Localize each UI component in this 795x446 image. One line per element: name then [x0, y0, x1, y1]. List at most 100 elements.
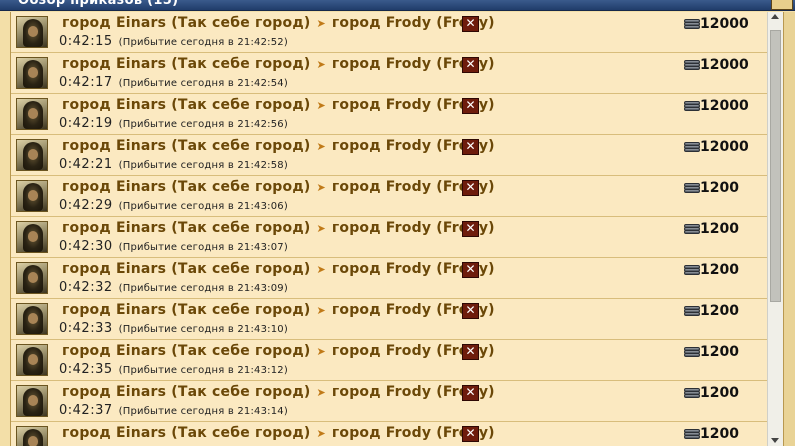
origin-city-note[interactable]: (Так себе город)	[171, 384, 310, 400]
arrow-right-icon: ➤	[316, 99, 326, 112]
scrollbar-thumb[interactable]	[770, 30, 781, 302]
target-city-link[interactable]: город Frody	[332, 220, 431, 236]
origin-city-note[interactable]: (Так себе город)	[171, 179, 310, 195]
cancel-order-close-icon[interactable]: ✕	[462, 426, 479, 442]
arrival-time: (Прибытие сегодня в 21:43:10)	[118, 324, 288, 335]
order-timing: 0:42:21 (Прибытие сегодня в 21:42:58)	[59, 157, 288, 172]
origin-city-note[interactable]: (Так себе город)	[171, 56, 310, 72]
origin-city-note[interactable]: (Так себе город)	[171, 15, 310, 31]
unit-avatar-icon	[16, 426, 48, 446]
target-city-link[interactable]: город Frody	[332, 56, 431, 72]
silver-icon	[684, 265, 700, 275]
resource-amount: 1200	[700, 221, 739, 237]
origin-city-note[interactable]: (Так себе город)	[171, 138, 310, 154]
order-timing: 0:42:17 (Прибытие сегодня в 21:42:54)	[59, 75, 288, 90]
origin-city-link[interactable]: город Einars	[62, 425, 166, 441]
unit-avatar-icon	[16, 262, 48, 294]
origin-city-link[interactable]: город Einars	[62, 179, 166, 195]
order-timer: 0:42:21	[59, 157, 113, 172]
unit-avatar-icon	[16, 303, 48, 335]
order-timing: 0:42:19 (Прибытие сегодня в 21:42:56)	[59, 116, 288, 131]
resource-amount: 12000	[700, 98, 749, 114]
origin-city-link[interactable]: город Einars	[62, 56, 166, 72]
origin-city-link[interactable]: город Einars	[62, 220, 166, 236]
arrow-right-icon: ➤	[316, 58, 326, 71]
window-title: Обзор приказов (15)	[18, 0, 179, 8]
silver-icon	[684, 429, 700, 439]
origin-city-note[interactable]: (Так себе город)	[171, 302, 310, 318]
unit-avatar-icon	[16, 180, 48, 212]
origin-city-link[interactable]: город Einars	[62, 384, 166, 400]
resource-amount: 12000	[700, 139, 749, 155]
order-row: город Einars (Так себе город) ➤ город Frod…	[11, 53, 767, 94]
cancel-order-close-icon[interactable]: ✕	[462, 180, 479, 196]
origin-city-note[interactable]: (Так себе город)	[171, 425, 310, 441]
order-route: город Einars (Так себе город) ➤ город Frod…	[62, 56, 495, 72]
vertical-scrollbar[interactable]	[767, 12, 783, 446]
silver-icon	[684, 388, 700, 398]
target-city-link[interactable]: город Frody	[332, 261, 431, 277]
arrival-time: (Прибытие сегодня в 21:43:14)	[118, 406, 288, 417]
origin-city-note[interactable]: (Так себе город)	[171, 261, 310, 277]
target-city-link[interactable]: город Frody	[332, 425, 431, 441]
silver-icon	[684, 101, 700, 111]
origin-city-link[interactable]: город Einars	[62, 15, 166, 31]
origin-city-note[interactable]: (Так себе город)	[171, 220, 310, 236]
order-row: город Einars (Так себе город) ➤ город Frod…	[11, 340, 767, 381]
orders-list: город Einars (Так себе город) ➤ город Frod…	[10, 12, 767, 446]
target-city-link[interactable]: город Frody	[332, 179, 431, 195]
order-timer: 0:42:32	[59, 280, 113, 295]
window-corner-button[interactable]	[771, 0, 793, 10]
arrow-right-icon: ➤	[316, 181, 326, 194]
unit-avatar-icon	[16, 221, 48, 253]
order-route: город Einars (Так себе город) ➤ город Frod…	[62, 425, 495, 441]
cancel-order-close-icon[interactable]: ✕	[462, 139, 479, 155]
origin-city-link[interactable]: город Einars	[62, 97, 166, 113]
target-city-link[interactable]: город Frody	[332, 343, 431, 359]
silver-icon	[684, 306, 700, 316]
order-row: город Einars (Так себе город) ➤ город Frod…	[11, 176, 767, 217]
resource-amount: 1200	[700, 385, 739, 401]
target-city-link[interactable]: город Frody	[332, 97, 431, 113]
silver-icon	[684, 224, 700, 234]
origin-city-note[interactable]: (Так себе город)	[171, 97, 310, 113]
cancel-order-close-icon[interactable]: ✕	[462, 344, 479, 360]
scroll-down-arrow-icon[interactable]	[771, 438, 779, 443]
silver-icon	[684, 60, 700, 70]
resource-amount: 1200	[700, 180, 739, 196]
cancel-order-close-icon[interactable]: ✕	[462, 262, 479, 278]
silver-icon	[684, 142, 700, 152]
order-timer: 0:42:15	[59, 34, 113, 49]
silver-icon	[684, 347, 700, 357]
order-row: город Einars (Так себе город) ➤ город Frod…	[11, 12, 767, 53]
cancel-order-close-icon[interactable]: ✕	[462, 16, 479, 32]
cancel-order-close-icon[interactable]: ✕	[462, 221, 479, 237]
cancel-order-close-icon[interactable]: ✕	[462, 57, 479, 73]
target-city-link[interactable]: город Frody	[332, 302, 431, 318]
order-timing: 0:42:15 (Прибытие сегодня в 21:42:52)	[59, 34, 288, 49]
arrival-time: (Прибытие сегодня в 21:43:12)	[118, 365, 288, 376]
origin-city-note[interactable]: (Так себе город)	[171, 343, 310, 359]
order-row: город Einars (Так себе город) ➤ город Frod…	[11, 299, 767, 340]
origin-city-link[interactable]: город Einars	[62, 261, 166, 277]
cancel-order-close-icon[interactable]: ✕	[462, 98, 479, 114]
window-right-border	[783, 12, 795, 446]
arrow-right-icon: ➤	[316, 304, 326, 317]
origin-city-link[interactable]: город Einars	[62, 138, 166, 154]
target-city-link[interactable]: город Frody	[332, 384, 431, 400]
origin-city-link[interactable]: город Einars	[62, 343, 166, 359]
cancel-order-close-icon[interactable]: ✕	[462, 385, 479, 401]
target-city-link[interactable]: город Frody	[332, 138, 431, 154]
order-row: город Einars (Так себе город) ➤ город Frod…	[11, 422, 767, 446]
window-titlebar: Обзор приказов (15)	[0, 0, 795, 11]
arrival-time: (Прибытие сегодня в 21:43:07)	[118, 242, 288, 253]
cancel-order-close-icon[interactable]: ✕	[462, 303, 479, 319]
origin-city-link[interactable]: город Einars	[62, 302, 166, 318]
target-city-link[interactable]: город Frody	[332, 15, 431, 31]
resource-amount: 12000	[700, 57, 749, 73]
arrival-time: (Прибытие сегодня в 21:42:58)	[118, 160, 288, 171]
resource-amount: 1200	[700, 426, 739, 442]
order-route: город Einars (Так себе город) ➤ город Frod…	[62, 302, 495, 318]
order-timer: 0:42:33	[59, 321, 113, 336]
scroll-up-arrow-icon[interactable]	[771, 14, 779, 19]
